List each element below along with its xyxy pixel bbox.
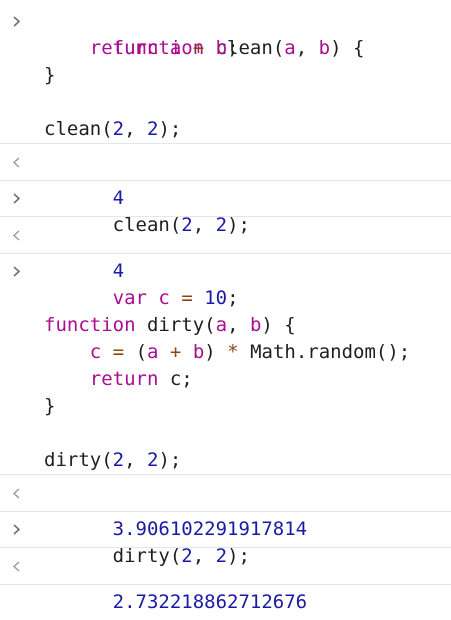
chevron-left-icon	[12, 548, 28, 584]
code-line: dirty(2, 2);	[0, 516, 451, 567]
console-input-entry[interactable]: function clean(a, b) { return a + b; } c…	[0, 0, 451, 144]
code-line: var c = 10;	[0, 258, 451, 309]
chevron-right-icon	[12, 258, 28, 285]
console-input-entry[interactable]: clean(2, 2);	[0, 181, 451, 236]
code-line: function clean(a, b) {	[0, 8, 451, 59]
result-line: 4	[0, 217, 451, 282]
chevron-right-icon	[12, 185, 28, 212]
code-line: }	[44, 395, 56, 417]
code-line: clean(2, 2);	[44, 118, 182, 140]
code-line: return a + b;	[89, 37, 239, 59]
console-result-entry: 2.732218862712676	[0, 548, 451, 613]
code-line: c = (a + b) * Math.random();	[89, 341, 411, 363]
chevron-left-icon	[12, 475, 28, 511]
code-line: clean(2, 2);	[0, 185, 451, 236]
code-line: }	[44, 64, 56, 86]
chevron-left-icon	[12, 217, 28, 253]
code-line: return c;	[89, 368, 193, 390]
code-line: dirty(2, 2);	[44, 449, 182, 471]
chevron-right-icon	[12, 8, 28, 35]
devtools-console: function clean(a, b) { return a + b; } c…	[0, 0, 451, 613]
result-value: 2.732218862712676	[112, 591, 308, 613]
console-result-entry: 3.906102291917814	[0, 475, 451, 540]
code-line: function dirty(a, b) {	[44, 314, 296, 336]
console-result-entry: 4	[0, 144, 451, 209]
console-input-entry[interactable]: dirty(2, 2);	[0, 512, 451, 567]
chevron-left-icon	[12, 144, 28, 180]
chevron-right-icon	[12, 516, 28, 543]
console-result-entry: 4	[0, 217, 451, 282]
result-line: 3.906102291917814	[0, 475, 451, 540]
console-input-entry[interactable]: var c = 10; function dirty(a, b) { c = (…	[0, 254, 451, 475]
result-line: 4	[0, 144, 451, 209]
result-line: 2.732218862712676	[0, 548, 451, 613]
